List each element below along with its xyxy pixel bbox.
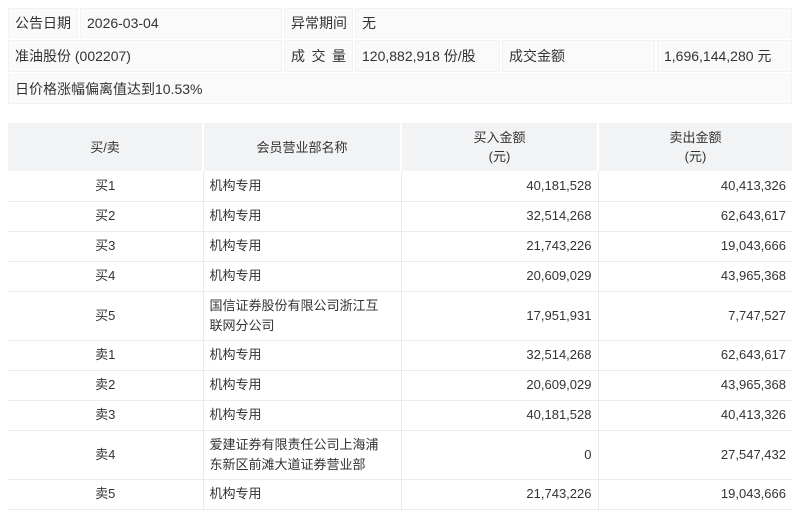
branch-name-cell: 机构专用 [203,201,401,231]
abnormal-period-label: 异常期间 [284,8,353,38]
sell-amount-cell: 7,747,527 [598,291,792,340]
buy-amount-cell: 32,514,268 [401,201,598,231]
side-cell: 买2 [8,201,203,231]
table-row: 卖5 机构专用 21,743,226 19,043,666 [8,479,792,509]
col-header-buy-amount: 买入金额 (元) [401,123,598,171]
side-cell: 卖2 [8,370,203,400]
abnormal-period-value: 无 [355,8,792,38]
sell-amount-cell: 40,413,326 [598,400,792,430]
volume-label: 成交量 [284,40,353,72]
info-row-stock: 准油股份 (002207) 成交量 120,882,918 份/股 成交金额 1… [8,40,792,72]
info-row-date: 公告日期 2026-03-04 异常期间 无 [8,8,792,38]
seat-trade-table: 买/卖 会员营业部名称 买入金额 (元) 卖出金额 (元) 买1 机构专用 40… [8,123,792,510]
sell-amount-cell: 19,043,666 [598,231,792,261]
branch-name-cell: 机构专用 [203,261,401,291]
table-row: 买4 机构专用 20,609,029 43,965,368 [8,261,792,291]
sell-amount-unit: (元) [599,147,792,166]
side-cell: 买4 [8,261,203,291]
branch-name-cell: 机构专用 [203,370,401,400]
turnover-value: 1,696,144,280 元 [657,40,792,72]
col-header-branch: 会员营业部名称 [203,123,401,171]
volume-value: 120,882,918 份/股 [355,40,500,72]
buy-amount-cell: 21,743,226 [401,231,598,261]
branch-name-cell: 机构专用 [203,479,401,509]
buy-amount-title: 买入金额 [402,128,597,147]
table-row: 卖1 机构专用 32,514,268 62,643,617 [8,340,792,370]
sell-amount-cell: 27,547,432 [598,430,792,479]
buy-amount-cell: 20,609,029 [401,261,598,291]
side-cell: 卖3 [8,400,203,430]
side-cell: 买3 [8,231,203,261]
branch-name-cell: 国信证券股份有限公司浙江互联网分公司 [203,291,401,340]
branch-name-cell: 爱建证券有限责任公司上海浦东新区前滩大道证券营业部 [203,430,401,479]
buy-amount-cell: 17,951,931 [401,291,598,340]
sell-amount-cell: 43,965,368 [598,261,792,291]
table-row: 卖4 爱建证券有限责任公司上海浦东新区前滩大道证券营业部 0 27,547,43… [8,430,792,479]
col-header-sell-amount: 卖出金额 (元) [598,123,792,171]
side-cell: 卖4 [8,430,203,479]
volume-label-text: 成交量 [291,46,346,66]
branch-name-cell: 机构专用 [203,171,401,201]
table-row: 买5 国信证券股份有限公司浙江互联网分公司 17,951,931 7,747,5… [8,291,792,340]
buy-amount-cell: 32,514,268 [401,340,598,370]
table-row: 买2 机构专用 32,514,268 62,643,617 [8,201,792,231]
table-row: 卖3 机构专用 40,181,528 40,413,326 [8,400,792,430]
sell-amount-cell: 43,965,368 [598,370,792,400]
table-body: 买1 机构专用 40,181,528 40,413,326 买2 机构专用 32… [8,171,792,509]
side-cell: 卖5 [8,479,203,509]
table-row: 卖2 机构专用 20,609,029 43,965,368 [8,370,792,400]
turnover-label: 成交金额 [502,40,655,72]
col-header-buy-sell: 买/卖 [8,123,203,171]
buy-amount-cell: 20,609,029 [401,370,598,400]
table-row: 买1 机构专用 40,181,528 40,413,326 [8,171,792,201]
buy-amount-cell: 40,181,528 [401,400,598,430]
table-row: 买3 机构专用 21,743,226 19,043,666 [8,231,792,261]
branch-name-cell: 机构专用 [203,340,401,370]
buy-amount-cell: 0 [401,430,598,479]
sell-amount-title: 卖出金额 [599,128,792,147]
branch-name-cell: 机构专用 [203,400,401,430]
buy-amount-cell: 21,743,226 [401,479,598,509]
sell-amount-cell: 62,643,617 [598,201,792,231]
sell-amount-cell: 62,643,617 [598,340,792,370]
buy-amount-unit: (元) [402,147,597,166]
stock-name: 准油股份 (002207) [8,40,282,72]
announce-date-value: 2026-03-04 [80,8,282,38]
sell-amount-cell: 40,413,326 [598,171,792,201]
side-cell: 卖1 [8,340,203,370]
announcement-info-section: 公告日期 2026-03-04 异常期间 无 准油股份 (002207) 成交量… [8,8,792,104]
side-cell: 买5 [8,291,203,340]
info-row-reason: 日价格涨幅偏离值达到10.53% [8,74,792,104]
deviation-reason: 日价格涨幅偏离值达到10.53% [8,74,792,104]
sell-amount-cell: 19,043,666 [598,479,792,509]
page: 公告日期 2026-03-04 异常期间 无 准油股份 (002207) 成交量… [8,8,792,510]
side-cell: 买1 [8,171,203,201]
branch-name-cell: 机构专用 [203,231,401,261]
buy-amount-cell: 40,181,528 [401,171,598,201]
table-header: 买/卖 会员营业部名称 买入金额 (元) 卖出金额 (元) [8,123,792,171]
announce-date-label: 公告日期 [8,8,78,38]
